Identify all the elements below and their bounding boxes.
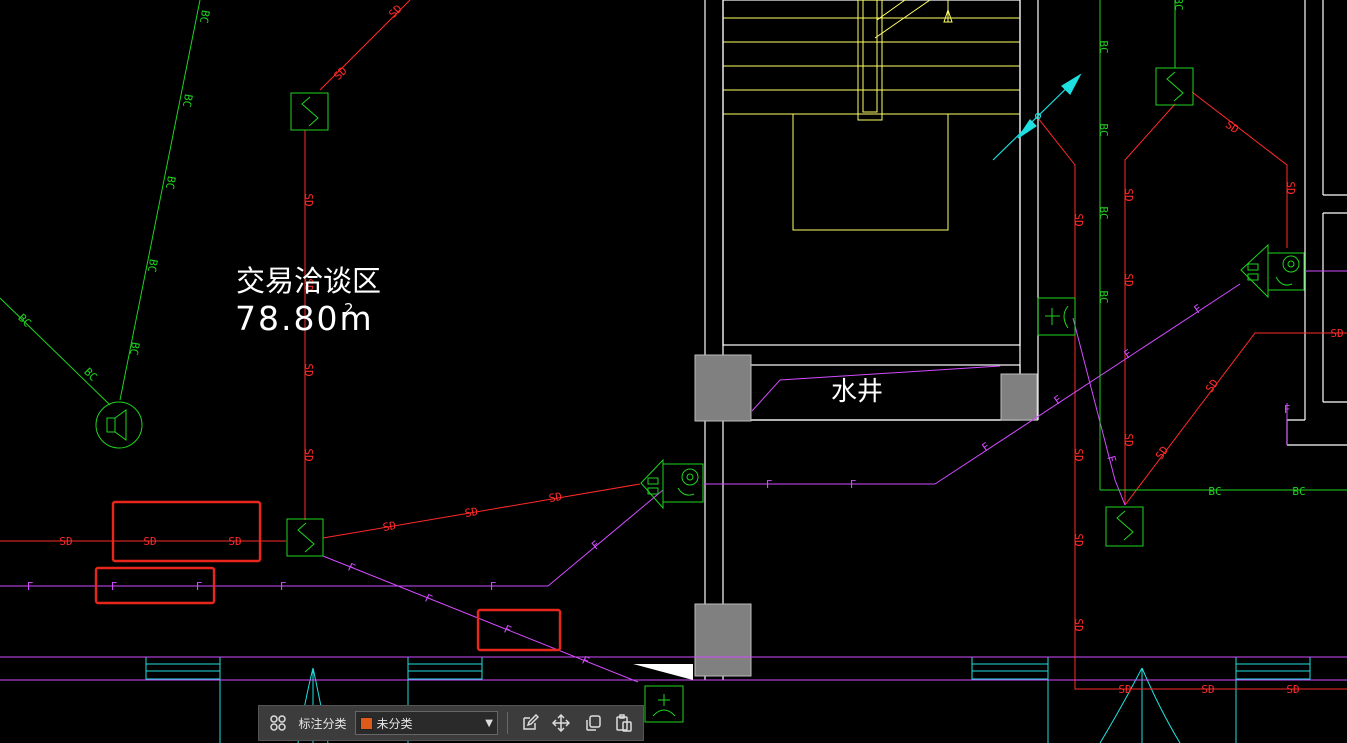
walls bbox=[704, 0, 1347, 680]
line-code-label: SD bbox=[143, 535, 156, 548]
camera-icon bbox=[1240, 243, 1305, 299]
line-code-label: F bbox=[502, 623, 513, 638]
shaft-label: 水井 bbox=[831, 377, 883, 407]
toolbar-divider bbox=[506, 712, 508, 734]
line-code-label: SD bbox=[1223, 118, 1241, 136]
line-code-label: F bbox=[1104, 454, 1118, 464]
line-code-label: F bbox=[27, 580, 34, 593]
staircase bbox=[723, 0, 1020, 231]
chevron-down-icon: ▼ bbox=[485, 717, 493, 729]
line-code-label: BC bbox=[81, 365, 100, 384]
highlight-box-sd bbox=[111, 500, 262, 563]
white-triangle-mark bbox=[633, 664, 693, 680]
line-code-label: SD bbox=[1122, 433, 1135, 446]
line-code-label: SD bbox=[1122, 188, 1135, 201]
line-code-label: BC bbox=[1097, 123, 1110, 136]
highlight-box-s bbox=[476, 608, 562, 652]
room-name-label: 交易洽谈区 bbox=[236, 264, 381, 298]
line-code-label: SD bbox=[331, 64, 350, 83]
line-code-label: SD bbox=[1203, 377, 1221, 395]
sd-labels: SD SD SD SD SD SD SD SD SD SD SD SD SD SD SD SD SD SD SD SD… bbox=[59, 2, 1343, 696]
reader-symbol bbox=[1037, 297, 1076, 336]
reader-symbol bbox=[644, 685, 684, 723]
line-code-label: SD bbox=[228, 535, 241, 548]
line-code-label: SD bbox=[1118, 683, 1131, 696]
f-lines bbox=[0, 270, 1347, 683]
line-code-label: F bbox=[490, 580, 497, 593]
line-code-label: SD bbox=[302, 193, 315, 206]
grid-four-icon[interactable] bbox=[265, 710, 291, 736]
line-code-label: BC bbox=[163, 175, 178, 190]
line-code-label: BC bbox=[127, 341, 142, 356]
sd-box-symbol bbox=[1155, 67, 1194, 106]
line-code-label: F bbox=[580, 654, 591, 669]
line-code-label: BC bbox=[1292, 485, 1305, 498]
line-code-label: BC bbox=[1172, 0, 1185, 11]
line-code-label: SD bbox=[1284, 181, 1297, 194]
highlight-boxes bbox=[94, 500, 562, 652]
category-dropdown[interactable]: 未分类 ▼ bbox=[354, 711, 498, 735]
speaker-icon bbox=[95, 401, 143, 449]
line-code-label: F bbox=[196, 580, 203, 593]
line-code-label: F bbox=[346, 561, 357, 576]
line-code-label: BC bbox=[1208, 485, 1221, 498]
line-code-label: F bbox=[850, 478, 857, 491]
line-code-label: SD bbox=[464, 505, 479, 520]
line-code-label: BC bbox=[1097, 290, 1110, 303]
line-code-label: BC bbox=[197, 9, 212, 24]
paste-icon[interactable] bbox=[612, 710, 638, 736]
line-code-label: BC bbox=[15, 311, 34, 330]
room-area-unit-superscript: 2 bbox=[344, 300, 354, 318]
line-code-label: BC bbox=[1097, 40, 1110, 53]
f-labels: F F F F FFF FFFFFFFFFFF bbox=[27, 302, 1291, 668]
line-code-label: SD bbox=[1286, 683, 1299, 696]
line-code-label: SD bbox=[302, 448, 315, 461]
line-code-label: SD bbox=[1122, 273, 1135, 286]
dimension-arrow bbox=[992, 73, 1082, 161]
sd-box-symbol bbox=[290, 92, 329, 131]
line-code-label: BC bbox=[180, 93, 195, 108]
line-code-label: SD bbox=[59, 535, 72, 548]
cad-drawing-canvas[interactable]: SD SD SD SD SD SD SD SD SD SD SD SD SD SD SD SD SD SD SD SD… bbox=[0, 0, 1347, 743]
bc-labels: BC BC BC BC BC BC BC BC BC BC BC BC BC BC bbox=[15, 0, 1305, 498]
line-code-label: SD bbox=[386, 2, 405, 21]
line-code-label: F bbox=[111, 580, 118, 593]
line-code-label: SD bbox=[548, 490, 563, 505]
copy-icon[interactable] bbox=[580, 710, 606, 736]
category-selected-value: 未分类 bbox=[376, 716, 413, 731]
line-code-label: F bbox=[280, 580, 287, 593]
line-code-label: BC bbox=[1097, 206, 1110, 219]
line-code-label: SD bbox=[1072, 213, 1085, 226]
line-code-label: SD bbox=[1153, 444, 1171, 462]
bc-lines bbox=[0, 0, 1347, 491]
line-code-label: BC bbox=[145, 258, 160, 273]
line-code-label: SD bbox=[382, 519, 397, 534]
line-code-label: F bbox=[1284, 403, 1291, 416]
category-label: 标注分类 bbox=[298, 716, 347, 731]
sd-box-symbol bbox=[1105, 506, 1144, 547]
line-code-label: F bbox=[766, 478, 773, 491]
line-code-label: SD bbox=[1201, 683, 1214, 696]
sd-box-symbol bbox=[286, 518, 324, 557]
line-code-label: SD bbox=[1072, 448, 1085, 461]
category-color-swatch bbox=[359, 716, 373, 730]
line-code-label: SD bbox=[1072, 618, 1085, 631]
line-code-label: SD bbox=[1330, 327, 1343, 340]
line-code-label: SD bbox=[302, 363, 315, 376]
move-icon[interactable] bbox=[548, 710, 574, 736]
annotation-toolbar: 标注分类 未分类 ▼ bbox=[258, 705, 644, 741]
edit-icon[interactable] bbox=[517, 710, 543, 736]
line-code-label: F bbox=[423, 592, 434, 607]
line-code-label: SD bbox=[1072, 533, 1085, 546]
